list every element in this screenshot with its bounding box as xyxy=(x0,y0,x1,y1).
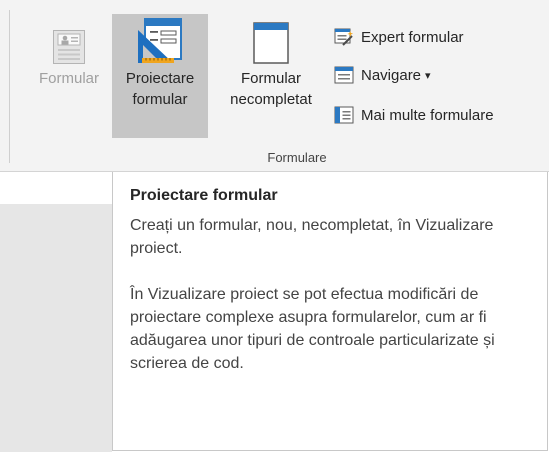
group-separator xyxy=(9,10,10,163)
tooltip-title: Proiectare formular xyxy=(130,187,278,204)
navigation-button[interactable]: Navigare ▾ xyxy=(334,63,431,87)
blank-form-label-line2: necompletat xyxy=(230,91,312,108)
group-label-forms: Formulare xyxy=(267,150,327,165)
blank-form-icon xyxy=(253,14,289,64)
tooltip-paragraph-2: În Vizualizare proiect se pot efectua mo… xyxy=(130,286,495,372)
form-button[interactable]: Formular xyxy=(30,14,108,138)
more-forms-label: Mai multe formulare xyxy=(361,106,494,124)
workspace-strip xyxy=(0,172,112,204)
form-design-icon xyxy=(137,14,183,64)
ribbon: Formular Proiectare formular Formular ne… xyxy=(0,0,549,172)
blank-form-button[interactable]: Formular necompletat xyxy=(212,14,330,138)
blank-form-label-line1: Formular xyxy=(240,70,301,87)
form-wizard-label: Expert formular xyxy=(361,28,464,46)
workspace-background xyxy=(0,172,112,452)
form-design-label-line1: Proiectare xyxy=(125,70,195,87)
form-button-label: Formular xyxy=(38,70,99,87)
form-icon xyxy=(53,14,85,64)
tooltip: Proiectare formular Creați un formular, … xyxy=(112,172,548,451)
form-wizard-icon xyxy=(334,28,354,46)
chevron-down-icon[interactable]: ▾ xyxy=(425,69,431,82)
more-forms-button[interactable]: Mai multe formulare xyxy=(334,103,494,127)
navigation-label: Navigare xyxy=(361,66,422,84)
form-wizard-button[interactable]: Expert formular xyxy=(334,25,464,49)
more-forms-icon xyxy=(334,106,354,124)
form-design-button[interactable]: Proiectare formular xyxy=(112,14,208,138)
navigation-icon xyxy=(334,66,354,84)
tooltip-paragraph-1: Creați un formular, nou, necompletat, în… xyxy=(130,217,494,257)
form-design-label-line2: formular xyxy=(132,91,188,108)
